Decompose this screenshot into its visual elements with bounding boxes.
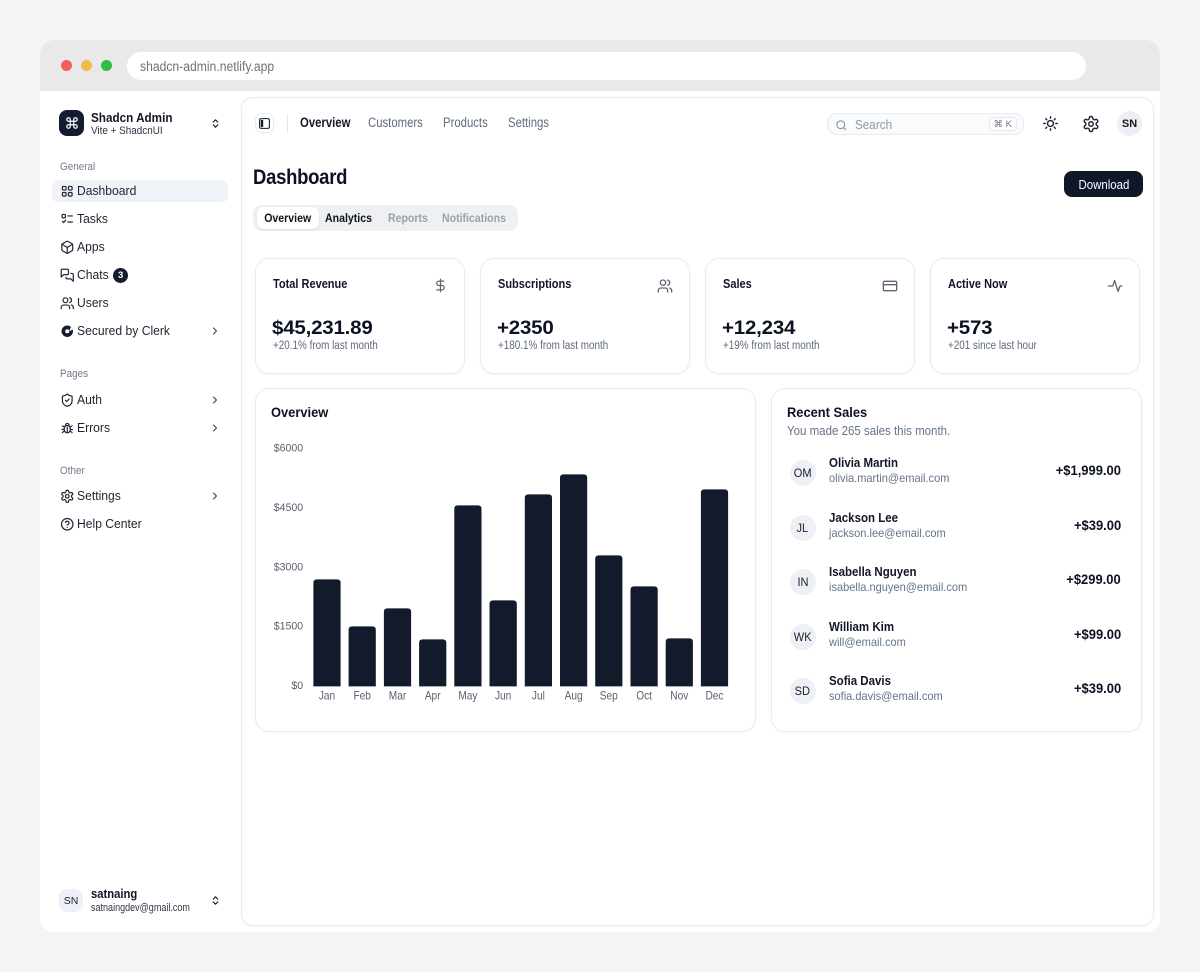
- svg-text:Apr: Apr: [424, 690, 440, 703]
- svg-text:Sep: Sep: [599, 690, 617, 703]
- svg-text:Jul: Jul: [531, 690, 544, 703]
- svg-text:Dec: Dec: [705, 690, 724, 703]
- svg-text:$0: $0: [291, 680, 303, 692]
- svg-text:May: May: [458, 690, 478, 703]
- svg-text:$6000: $6000: [273, 442, 302, 454]
- svg-text:Mar: Mar: [388, 690, 406, 703]
- svg-text:$4500: $4500: [273, 502, 302, 514]
- svg-text:Oct: Oct: [636, 690, 652, 703]
- svg-text:$1500: $1500: [273, 620, 302, 632]
- svg-text:$3000: $3000: [273, 561, 302, 573]
- svg-text:Jan: Jan: [318, 690, 334, 703]
- svg-text:Jun: Jun: [494, 690, 510, 703]
- svg-text:Aug: Aug: [564, 690, 582, 703]
- svg-text:Feb: Feb: [353, 690, 370, 703]
- svg-text:Nov: Nov: [670, 690, 689, 703]
